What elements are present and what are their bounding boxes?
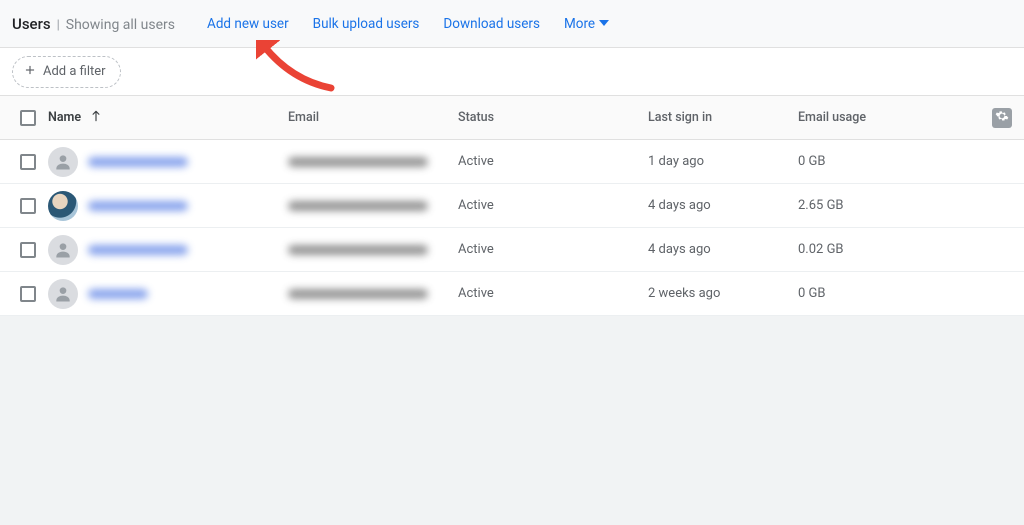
filter-bar: Add a filter — [0, 48, 1024, 96]
more-label: More — [564, 16, 595, 32]
name-cell — [48, 235, 288, 265]
row-checkbox[interactable] — [20, 242, 36, 258]
title-separator: | — [57, 18, 60, 33]
column-header-name[interactable]: Name — [48, 109, 288, 127]
column-header-email[interactable]: Email — [288, 110, 458, 125]
row-checkbox[interactable] — [20, 198, 36, 214]
sort-asc-icon — [89, 109, 103, 127]
status-cell: Active — [458, 242, 648, 257]
add-new-user-button[interactable]: Add new user — [197, 10, 299, 38]
email-usage-cell: 0.02 GB — [798, 242, 958, 257]
user-email — [288, 289, 428, 299]
gear-icon — [995, 109, 1009, 127]
column-header-last-sign-in[interactable]: Last sign in — [648, 110, 798, 125]
row-checkbox[interactable] — [20, 286, 36, 302]
table-header: Name Email Status Last sign in Email usa… — [0, 96, 1024, 140]
more-menu[interactable]: More — [554, 10, 619, 38]
user-email — [288, 201, 428, 211]
chevron-down-icon — [599, 16, 609, 32]
add-filter-button[interactable]: Add a filter — [12, 56, 121, 88]
select-all-checkbox[interactable] — [20, 110, 36, 126]
status-cell: Active — [458, 286, 648, 301]
download-users-button[interactable]: Download users — [433, 10, 550, 38]
bulk-upload-users-button[interactable]: Bulk upload users — [303, 10, 430, 38]
column-header-status[interactable]: Status — [458, 110, 648, 125]
email-usage-cell: 2.65 GB — [798, 198, 958, 213]
table-row[interactable]: Active4 days ago2.65 GB — [0, 184, 1024, 228]
table-row[interactable]: Active1 day ago0 GB — [0, 140, 1024, 184]
column-header-email-usage[interactable]: Email usage — [798, 110, 958, 125]
table-settings-button[interactable] — [992, 108, 1012, 128]
plus-icon — [23, 63, 37, 81]
add-filter-label: Add a filter — [43, 64, 106, 79]
user-name — [88, 201, 188, 211]
last-sign-in-cell: 4 days ago — [648, 198, 798, 213]
name-cell — [48, 191, 288, 221]
name-cell — [48, 147, 288, 177]
avatar — [48, 235, 78, 265]
name-cell — [48, 279, 288, 309]
user-email — [288, 157, 428, 167]
last-sign-in-cell: 2 weeks ago — [648, 286, 798, 301]
toolbar: Users | Showing all users Add new user B… — [0, 0, 1024, 48]
table-row[interactable]: Active2 weeks ago0 GB — [0, 272, 1024, 316]
last-sign-in-cell: 1 day ago — [648, 154, 798, 169]
user-name — [88, 245, 188, 255]
user-name — [88, 157, 188, 167]
status-cell: Active — [458, 154, 648, 169]
email-usage-cell: 0 GB — [798, 286, 958, 301]
table-row[interactable]: Active4 days ago0.02 GB — [0, 228, 1024, 272]
page-title: Users — [12, 15, 51, 33]
avatar — [48, 147, 78, 177]
status-cell: Active — [458, 198, 648, 213]
avatar — [48, 279, 78, 309]
user-name — [88, 289, 148, 299]
page-subtitle: Showing all users — [66, 17, 175, 33]
row-checkbox[interactable] — [20, 154, 36, 170]
breadcrumb: Users | Showing all users — [12, 15, 175, 33]
user-email — [288, 245, 428, 255]
email-usage-cell: 0 GB — [798, 154, 958, 169]
last-sign-in-cell: 4 days ago — [648, 242, 798, 257]
avatar — [48, 191, 78, 221]
